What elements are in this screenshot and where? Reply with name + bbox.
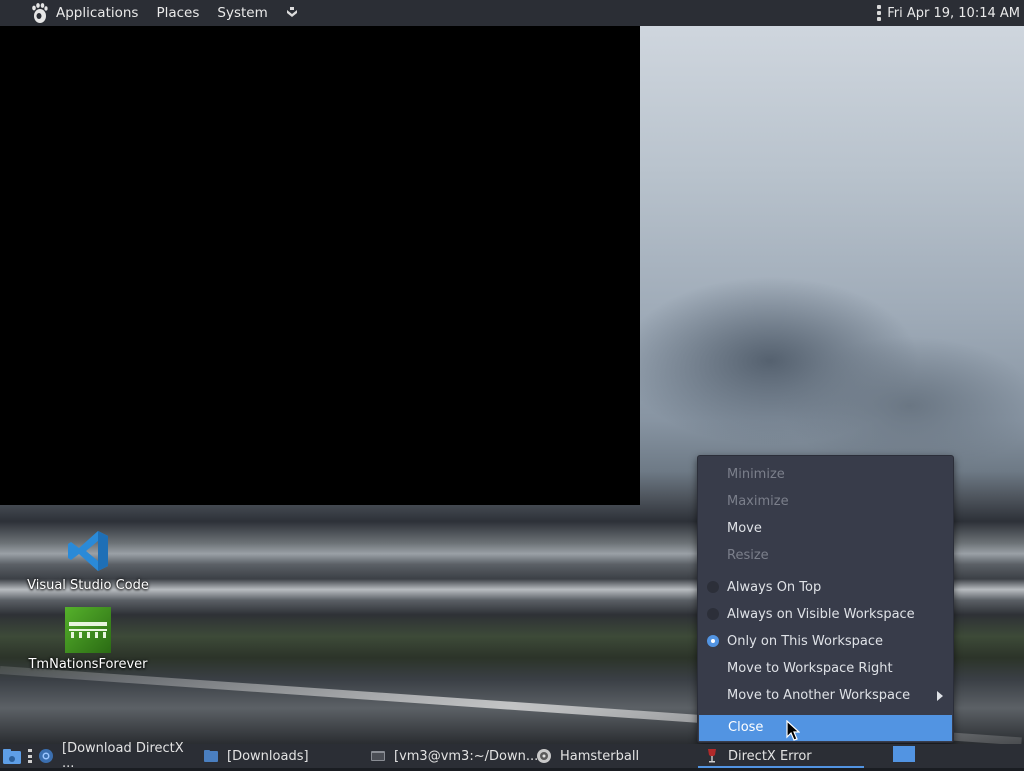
task-downloads[interactable]: [Downloads] xyxy=(203,744,363,768)
gnome-foot-icon[interactable] xyxy=(28,2,50,24)
menu-item-label: Always on Visible Workspace xyxy=(727,607,915,622)
vscode-icon xyxy=(68,531,108,571)
submenu-arrow-icon xyxy=(937,691,943,701)
desktop-icon-vscode[interactable]: Visual Studio Code xyxy=(18,528,158,593)
menu-item-label: Move xyxy=(727,521,762,536)
menu-item-move-workspace-right[interactable]: Move to Workspace Right xyxy=(698,656,953,682)
menu-item-close[interactable]: Close xyxy=(699,715,952,741)
game-window[interactable] xyxy=(0,26,640,505)
browser-icon xyxy=(39,749,53,763)
task-label: [Download DirectX ... xyxy=(62,741,184,771)
menu-item-maximize: Maximize xyxy=(698,489,953,515)
task-label: DirectX Error xyxy=(728,748,812,764)
radio-off-icon xyxy=(707,608,719,620)
mouse-cursor-icon xyxy=(786,720,800,741)
menu-item-move[interactable]: Move xyxy=(698,516,953,542)
tmnations-icon xyxy=(65,607,111,653)
system-menu[interactable]: System xyxy=(209,0,277,26)
task-download-directx[interactable]: [Download DirectX ... xyxy=(38,741,198,771)
window-context-menu: Minimize Maximize Move Resize Always On … xyxy=(697,455,954,743)
desktop-icon-label: Visual Studio Code xyxy=(27,578,149,593)
menu-item-label: Always On Top xyxy=(727,580,822,595)
menu-item-label: Minimize xyxy=(727,467,785,482)
task-label: Hamsterball xyxy=(560,748,640,764)
desktop-icon-label: TmNationsForever xyxy=(28,657,148,672)
desktop-icon-tmnations[interactable]: TmNationsForever xyxy=(18,607,158,672)
main-menu: Applications Places System xyxy=(0,0,300,26)
hamsterball-icon xyxy=(537,749,551,763)
menu-item-label: Move to Another Workspace xyxy=(727,688,911,703)
task-directx-error[interactable]: DirectX Error xyxy=(698,744,864,768)
menu-item-label: Resize xyxy=(727,548,769,563)
task-label: [Downloads] xyxy=(227,748,309,764)
extension-icon[interactable] xyxy=(284,5,300,21)
taskbar-handle-icon[interactable] xyxy=(28,749,32,763)
menu-item-label: Move to Workspace Right xyxy=(727,661,893,676)
menu-item-resize: Resize xyxy=(698,543,953,569)
panel-right: Fri Apr 19, 10:14 AM xyxy=(877,0,1024,26)
menu-item-label: Close xyxy=(728,720,764,735)
top-panel: Applications Places System Fri Apr 19, 1… xyxy=(0,0,1024,26)
radio-on-icon xyxy=(707,635,719,647)
task-label: [vm3@vm3:~/Down... xyxy=(394,748,539,764)
task-hamsterball[interactable]: Hamsterball xyxy=(536,744,686,768)
radio-off-icon xyxy=(707,581,719,593)
menu-item-only-this-workspace[interactable]: Only on This Workspace xyxy=(698,629,953,655)
places-menu[interactable]: Places xyxy=(148,0,209,26)
menu-item-move-another-workspace[interactable]: Move to Another Workspace xyxy=(698,683,953,709)
bottom-panel: [Download DirectX ... [Downloads] [vm3@v… xyxy=(0,741,1024,771)
task-terminal[interactable]: [vm3@vm3:~/Down... xyxy=(370,744,538,768)
applications-menu[interactable]: Applications xyxy=(52,0,148,26)
menu-item-always-visible-workspace[interactable]: Always on Visible Workspace xyxy=(698,602,953,628)
wine-icon xyxy=(708,749,716,763)
folder-icon xyxy=(204,750,218,762)
terminal-icon xyxy=(371,751,385,761)
menu-item-label: Maximize xyxy=(727,494,789,509)
panel-handle-icon[interactable] xyxy=(877,5,882,21)
workspace-1[interactable] xyxy=(893,746,915,762)
menu-item-label: Only on This Workspace xyxy=(727,634,883,649)
clock[interactable]: Fri Apr 19, 10:14 AM xyxy=(887,6,1024,21)
menu-item-minimize: Minimize xyxy=(698,462,953,488)
menu-item-always-on-top[interactable]: Always On Top xyxy=(698,575,953,601)
show-desktop-icon[interactable] xyxy=(2,748,22,765)
